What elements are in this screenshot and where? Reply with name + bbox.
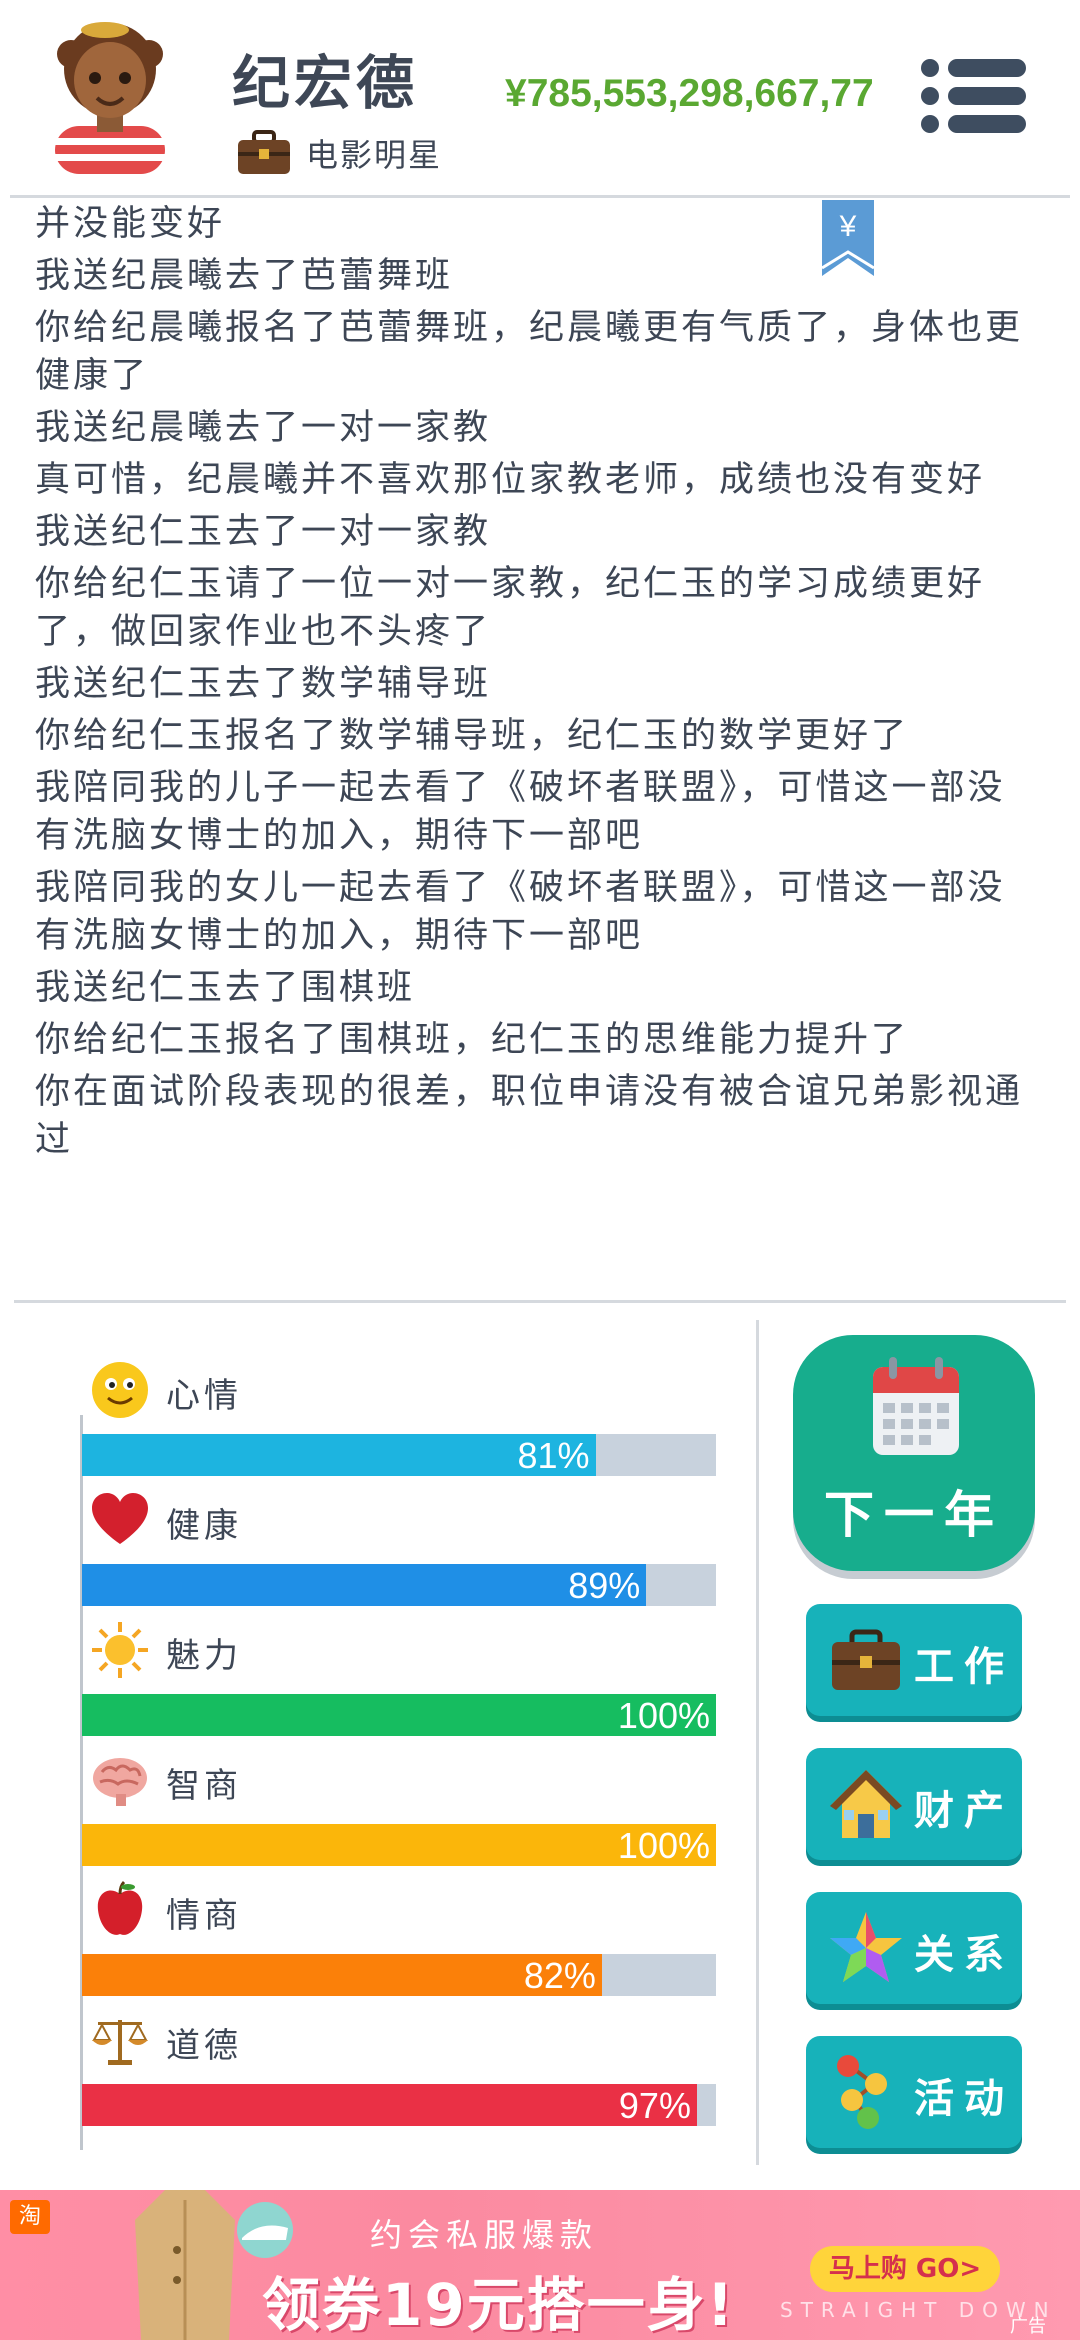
ad-headline: 约会私服爆款	[370, 2216, 599, 2254]
stat-iq: 智商 100%	[0, 1750, 740, 1880]
heart-icon	[92, 1493, 148, 1544]
work-button[interactable]: 工作	[806, 1604, 1022, 1716]
log-entry: 并没能变好	[35, 204, 226, 244]
shoe-image	[237, 2202, 293, 2258]
activities-button[interactable]: 活动	[806, 2036, 1022, 2148]
ad-buy-button[interactable]: 马上购 GO>	[810, 2246, 1000, 2292]
job-label: 电影明星	[306, 136, 443, 174]
log-entry: 我送纪仁玉去了一对一家教	[35, 512, 492, 552]
event-log[interactable]: 并没能变好 我送纪晨曦去了芭蕾舞班 你给纪晨曦报名了芭蕾舞班，纪晨曦更有气质了，…	[35, 200, 1025, 1250]
stat-label: 道德	[166, 2026, 242, 2066]
log-entry: 我送纪晨曦去了芭蕾舞班	[35, 256, 454, 296]
log-entry: 我陪同我的儿子一起去看了《破坏者联盟》，可惜这一部没有洗脑女博士的加入，期待下一…	[35, 768, 1006, 856]
ad-banner[interactable]: 淘 约会私服爆款 领券19元搭一身! 马上购 GO> STRAIGHT DOWN…	[0, 2190, 1080, 2340]
job-title: 电影明星	[236, 130, 442, 176]
calendar-icon	[873, 1357, 959, 1455]
ad-tag: 广告	[1010, 2316, 1046, 2337]
smiley-icon	[92, 1362, 148, 1418]
property-button[interactable]: 财产	[806, 1748, 1022, 1860]
stat-bar-fill: 97%	[82, 2084, 697, 2126]
money-balance: ¥785,553,298,667,77	[505, 72, 874, 115]
stat-bar: 97%	[82, 2084, 716, 2126]
stat-label: 情商	[166, 1896, 242, 1936]
log-entry: 你给纪晨曦报名了芭蕾舞班，纪晨曦更有气质了，身体也更健康了	[35, 308, 1024, 396]
briefcase-icon	[832, 1629, 900, 1690]
stat-label: 健康	[166, 1506, 242, 1546]
stat-bar: 89%	[82, 1564, 716, 1606]
log-entry: 你给纪仁玉请了一位一对一家教，纪仁玉的学习成绩更好了，做回家作业也不头疼了	[35, 564, 986, 652]
vertical-divider	[756, 1320, 759, 2165]
stat-percent: 82%	[523, 1955, 596, 1996]
activities-label: 活动	[914, 2076, 1014, 2122]
ad-coupon-text: 领券19元搭一身!	[262, 2271, 736, 2339]
stat-mood: 心情 81%	[0, 1360, 740, 1490]
stat-bar-fill: 100%	[82, 1824, 716, 1866]
log-entry: 真可惜，纪晨曦并不喜欢那位家教老师，成绩也没有变好	[35, 460, 986, 500]
stat-charm: 魅力 100%	[0, 1620, 740, 1750]
stat-percent: 81%	[517, 1435, 590, 1476]
taobao-badge: 淘	[10, 2200, 50, 2234]
coat-image	[135, 2190, 235, 2340]
header: 纪宏德 电影明星 ¥785,553,298,667,77	[0, 0, 1080, 195]
relations-label: 关系	[914, 1932, 1014, 1978]
property-label: 财产	[914, 1788, 1014, 1834]
log-entry: 你给纪仁玉报名了数学辅导班，纪仁玉的数学更好了	[35, 716, 910, 756]
next-year-label: 下一年	[824, 1486, 1004, 1544]
stat-percent: 89%	[568, 1565, 641, 1606]
sun-icon	[92, 1622, 148, 1678]
stat-label: 智商	[166, 1766, 242, 1806]
scales-icon	[92, 2020, 148, 2065]
log-entry: 我送纪仁玉去了数学辅导班	[35, 664, 492, 704]
log-entry: 我送纪仁玉去了围棋班	[35, 968, 416, 1008]
stat-morality: 道德 97%	[0, 2010, 740, 2140]
stat-bar: 100%	[82, 1824, 716, 1866]
next-year-button[interactable]: 下一年	[793, 1335, 1035, 1571]
activity-dots-icon	[837, 2055, 887, 2129]
log-entry: 我陪同我的女儿一起去看了《破坏者联盟》，可惜这一部没有洗脑女博士的加入，期待下一…	[35, 868, 1006, 956]
log-entry: 我送纪晨曦去了一对一家教	[35, 408, 492, 448]
star-icon	[830, 1912, 902, 1982]
apple-icon	[97, 1880, 143, 1935]
player-name: 纪宏德	[232, 49, 419, 117]
stat-percent: 97%	[618, 2085, 691, 2126]
brain-icon	[93, 1758, 147, 1806]
stat-percent: 100%	[617, 1695, 710, 1736]
stat-bar: 81%	[82, 1434, 716, 1476]
stat-bar-fill: 82%	[82, 1954, 602, 1996]
stat-bar-fill: 81%	[82, 1434, 596, 1476]
relations-button[interactable]: 关系	[806, 1892, 1022, 2004]
stat-label: 魅力	[166, 1636, 242, 1676]
stat-bar-fill: 89%	[82, 1564, 647, 1606]
section-divider	[14, 1300, 1066, 1303]
stat-bar: 82%	[82, 1954, 716, 1996]
avatar[interactable]	[45, 14, 175, 174]
header-divider	[10, 195, 1070, 198]
stat-percent: 100%	[617, 1825, 710, 1866]
stat-eq: 情商 82%	[0, 1880, 740, 2010]
money-bookmark-icon[interactable]: ¥	[820, 200, 876, 278]
stat-label: 心情	[166, 1376, 242, 1416]
log-entry: 你在面试阶段表现的很差，职位申请没有被合谊兄弟影视通过	[35, 1072, 1024, 1160]
work-label: 工作	[914, 1644, 1014, 1690]
house-icon	[830, 1770, 902, 1838]
briefcase-icon	[238, 130, 290, 174]
stat-bar: 100%	[82, 1694, 716, 1736]
log-entry: 你给纪仁玉报名了围棋班，纪仁玉的思维能力提升了	[35, 1020, 910, 1060]
bookmark-symbol: ¥	[839, 210, 857, 243]
menu-icon[interactable]	[918, 56, 1028, 136]
stat-health: 健康 89%	[0, 1490, 740, 1620]
stat-bar-fill: 100%	[82, 1694, 716, 1736]
